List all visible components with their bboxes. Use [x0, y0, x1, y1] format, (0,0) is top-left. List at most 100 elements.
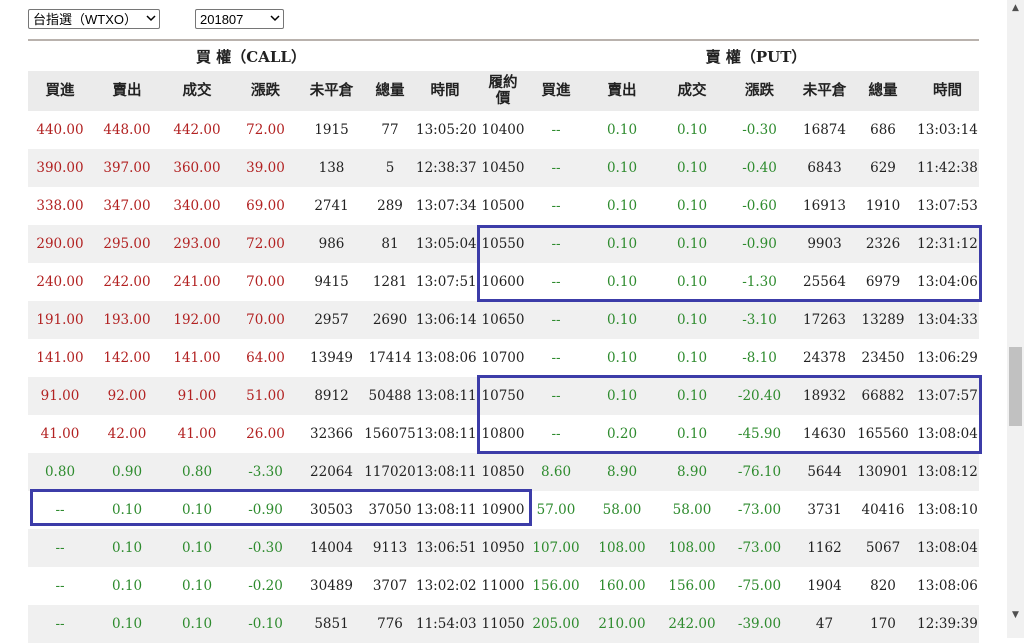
- cell-strike: 10950: [474, 529, 532, 567]
- cell-call-ask: 0.90: [92, 453, 162, 491]
- cell-put-volume: 40416: [861, 502, 905, 518]
- col-header-call-change: 漲跌: [232, 71, 299, 111]
- col-header-call-oi: 未平倉: [299, 71, 364, 111]
- col-header-put-time: 時間: [916, 71, 979, 111]
- col-header-put-ask: 賣出: [580, 71, 664, 111]
- cell-call-last: 0.10: [162, 605, 232, 643]
- cell-call-volume: 81: [364, 225, 416, 263]
- cell-call-last: 0.10: [162, 529, 232, 567]
- cell-call-last: 41.00: [177, 426, 217, 442]
- highlight-box: [477, 225, 982, 302]
- cell-call-change: 26.00: [246, 426, 285, 442]
- cell-put-volume: 170: [850, 605, 916, 643]
- cell-call-last: 0.10: [181, 578, 213, 594]
- table-row: 440.00 448.00 442.00 72.00 1915 77 13:05:20 104…: [28, 111, 979, 149]
- cell-call-last: 360.00: [162, 149, 232, 187]
- cell-call-volume: 50488: [364, 377, 416, 415]
- cell-call-change: 72.00: [232, 225, 299, 263]
- cell-put-bid: --: [551, 350, 561, 366]
- cell-call-time: 13:07:51: [416, 274, 477, 290]
- cell-call-change: -0.10: [232, 605, 299, 643]
- cell-call-bid: 390.00: [28, 149, 92, 187]
- cell-call-last: 141.00: [173, 350, 221, 366]
- cell-put-ask: 58.00: [602, 502, 642, 518]
- cell-put-change: -0.30: [742, 122, 777, 138]
- cell-call-time: 13:02:02: [416, 578, 477, 594]
- cell-call-change: 69.00: [246, 198, 285, 214]
- month-select-value: 201807: [200, 12, 244, 27]
- cell-put-oi: 24378: [803, 350, 846, 366]
- col-header-call-last: 成交: [162, 71, 232, 111]
- product-select[interactable]: 台指選（WTXO）: [28, 9, 160, 29]
- cell-call-volume: 3707: [372, 578, 408, 594]
- table-row: 191.00 193.00 192.00 70.00 2957 2690 13:06:14 1…: [28, 301, 979, 339]
- cell-call-time: 13:08:11: [416, 453, 477, 491]
- cell-call-oi: 32366: [310, 426, 353, 442]
- cell-put-oi: 16913: [803, 198, 846, 214]
- cell-put-volume: 13289: [850, 301, 916, 339]
- cell-call-change: 70.00: [232, 301, 299, 339]
- scroll-up-arrow-icon[interactable]: ▲: [1007, 0, 1024, 17]
- cell-call-change: 70.00: [246, 274, 285, 290]
- cell-call-last: 192.00: [162, 301, 232, 339]
- cell-put-bid: 156.00: [532, 578, 580, 594]
- cell-call-time: 13:06:14: [416, 301, 477, 339]
- cell-strike: 10400: [481, 122, 525, 138]
- cell-put-bid: 107.00: [532, 529, 580, 567]
- cell-strike: 10700: [481, 350, 525, 366]
- call-group-title: 買 權（CALL）: [196, 48, 306, 66]
- month-select[interactable]: 201807: [195, 9, 284, 29]
- cell-call-oi: 13949: [310, 350, 353, 366]
- highlight-box: [30, 489, 532, 526]
- cell-call-bid: 240.00: [36, 274, 84, 290]
- vertical-scrollbar[interactable]: ▲ ▼: [1007, 0, 1024, 638]
- cell-put-change: -8.10: [742, 350, 777, 366]
- cell-put-change: -75.00: [737, 578, 782, 594]
- cell-call-change: -3.30: [232, 453, 299, 491]
- scrollbar-thumb[interactable]: [1009, 347, 1022, 426]
- cell-put-change: -73.00: [737, 502, 782, 518]
- put-group-title: 賣 權（PUT）: [705, 48, 807, 66]
- product-select-value: 台指選（WTXO）: [33, 12, 137, 27]
- cell-call-oi: 1915: [314, 122, 349, 138]
- col-header-put-bid: 買進: [532, 71, 580, 111]
- cell-call-ask: 92.00: [92, 377, 162, 415]
- cell-strike: 10850: [474, 453, 532, 491]
- cell-put-last: 58.00: [672, 502, 712, 518]
- cell-strike: 10500: [481, 198, 525, 214]
- cell-call-change: 51.00: [232, 377, 299, 415]
- cell-call-volume: 117020: [364, 453, 416, 491]
- cell-put-oi: 16874: [803, 122, 846, 138]
- cell-call-bid: --: [28, 605, 92, 643]
- scroll-down-arrow-icon[interactable]: ▼: [1007, 607, 1024, 624]
- cell-put-volume: 686: [870, 122, 896, 138]
- cell-put-ask: 8.90: [580, 453, 664, 491]
- cell-put-bid: --: [551, 198, 561, 214]
- col-header-put-volume: 總量: [850, 71, 916, 111]
- col-header-put-oi: 未平倉: [799, 71, 850, 111]
- cell-call-ask: 347.00: [103, 198, 151, 214]
- cell-put-time: 11:42:38: [916, 149, 979, 187]
- table-row: -- 0.10 0.10 -0.10 5851 776 11:54:03 11050 205.0…: [28, 605, 979, 643]
- cell-put-time: 13:03:14: [917, 122, 978, 138]
- table-row: 141.00 142.00 141.00 64.00 13949 17414 13:08:0…: [28, 339, 979, 377]
- cell-put-ask: 160.00: [598, 578, 646, 594]
- cell-call-bid: --: [55, 578, 65, 594]
- cell-put-oi: 47: [799, 605, 850, 643]
- cell-call-time: 11:54:03: [416, 605, 477, 643]
- cell-call-oi: 138: [299, 149, 364, 187]
- cell-call-bid: 191.00: [28, 301, 92, 339]
- cell-call-change: 72.00: [246, 122, 285, 138]
- table-row: 0.80 0.90 0.80 -3.30 22064 117020 13:08:11 1085…: [28, 453, 979, 491]
- cell-put-ask: 0.10: [606, 350, 638, 366]
- cell-call-oi: 986: [299, 225, 364, 263]
- cell-call-bid: 338.00: [36, 198, 84, 214]
- cell-put-last: 0.10: [664, 301, 720, 339]
- cell-put-last: 8.90: [664, 453, 720, 491]
- cell-call-time: 13:08:06: [416, 350, 477, 366]
- cell-call-oi: 22064: [299, 453, 364, 491]
- cell-call-ask: 193.00: [92, 301, 162, 339]
- col-header-put-change: 漲跌: [720, 71, 799, 111]
- cell-call-volume: 17414: [368, 350, 412, 366]
- cell-call-volume: 289: [377, 198, 403, 214]
